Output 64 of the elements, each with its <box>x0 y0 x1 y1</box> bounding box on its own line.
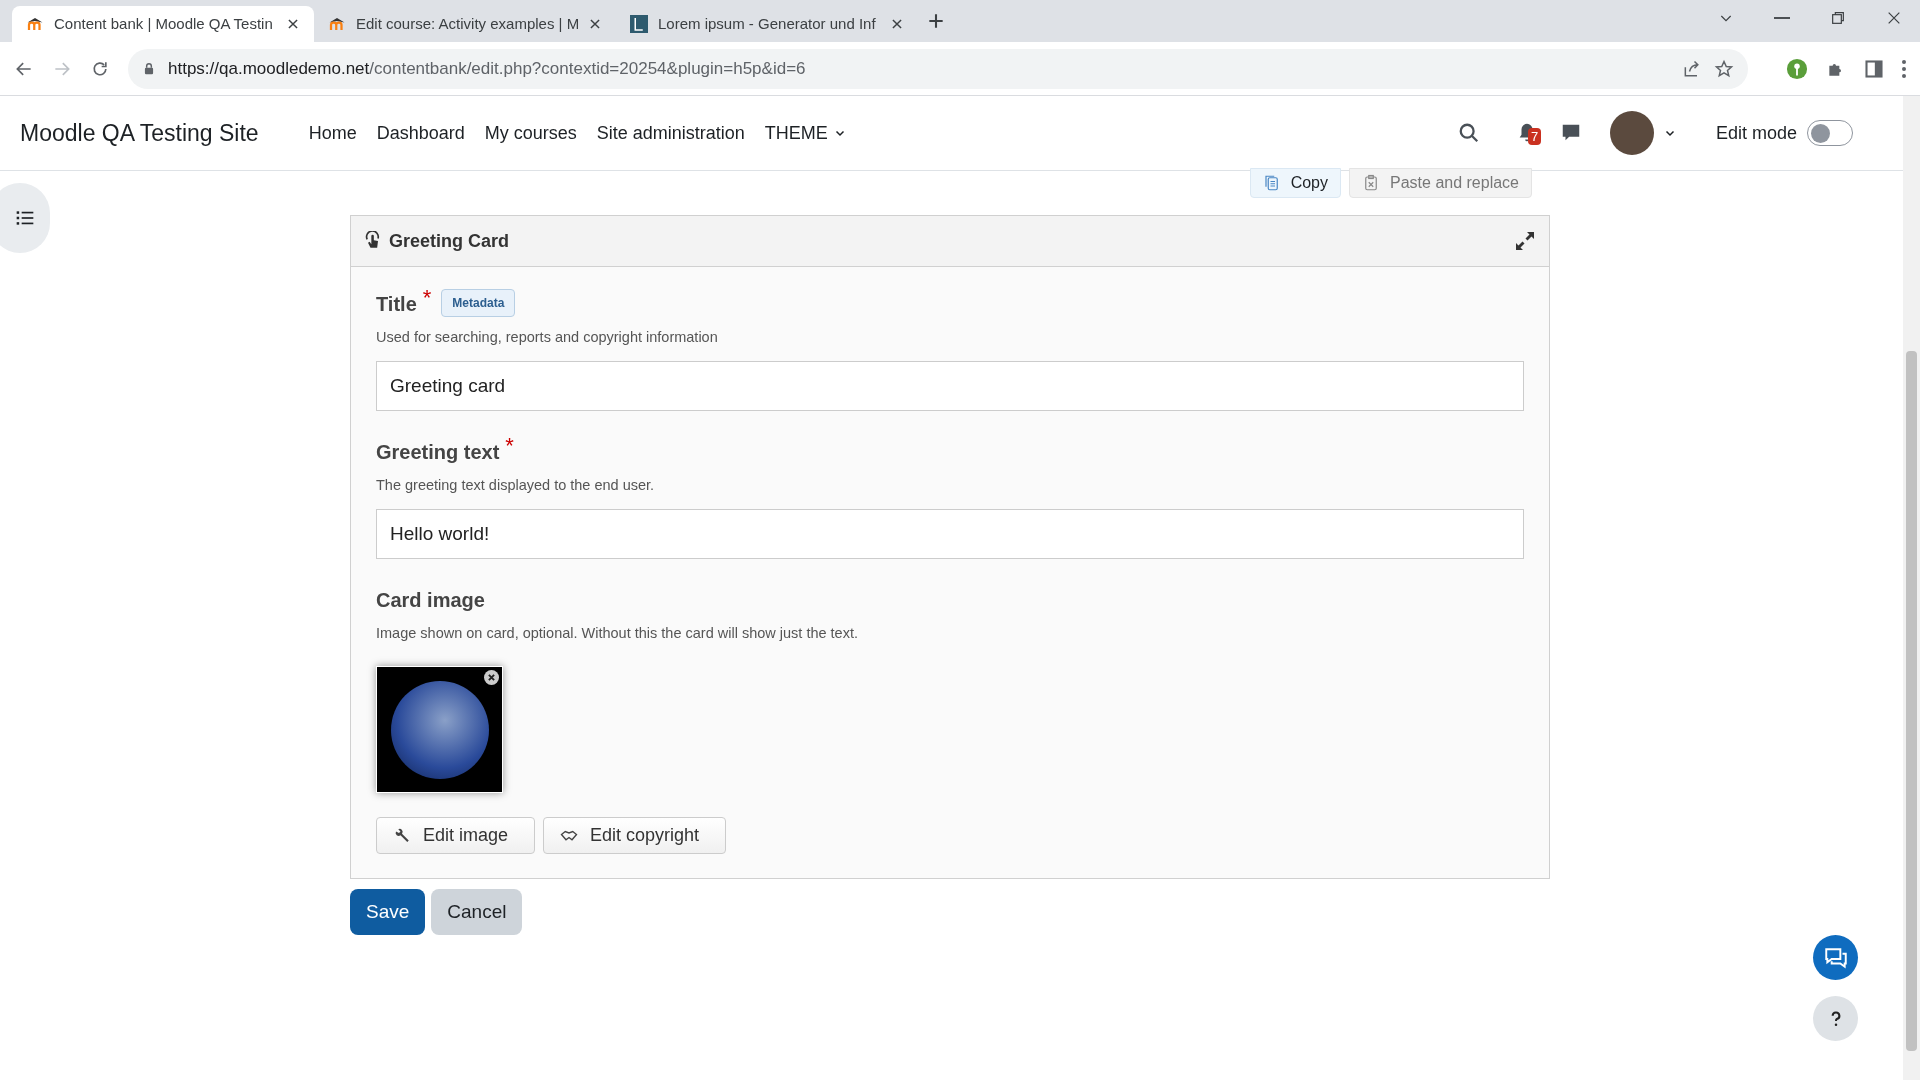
close-icon <box>890 17 904 31</box>
panel-title: Greeting Card <box>389 229 511 253</box>
required-asterisk: * <box>505 436 514 455</box>
cancel-button[interactable]: Cancel <box>431 889 523 936</box>
close-icon <box>588 17 602 31</box>
share-icon <box>1682 58 1702 79</box>
field-description: The greeting text displayed to the end user. <box>376 475 656 495</box>
toolbar-button[interactable]: Copy <box>1249 168 1341 198</box>
field-label: Greeting text <box>376 439 500 465</box>
star-icon <box>1714 58 1734 79</box>
browser-tab[interactable]: Edit course: Activity examples | M <box>314 6 616 42</box>
address-bar[interactable]: https://qa.moodledemo.net/contentbank/edit.php?contextid=20254&plugin=h5p&id=6 <box>128 48 1748 89</box>
chat-button[interactable] <box>1813 935 1858 980</box>
moodle-logo-icon <box>26 15 44 33</box>
nav-link[interactable]: Dashboard <box>366 119 475 147</box>
shield-key-icon <box>1786 57 1808 80</box>
moodle-logo-icon <box>328 15 346 33</box>
avatar[interactable] <box>1609 111 1654 155</box>
nav-link[interactable]: Site administration <box>586 119 755 147</box>
list-icon <box>15 208 35 228</box>
scrollbar[interactable] <box>1903 96 1920 1080</box>
image-button[interactable]: Edit copyright <box>543 817 727 855</box>
more-vertical-icon <box>1902 59 1906 78</box>
edit-mode-toggle[interactable] <box>1807 120 1853 146</box>
tab-title: Lorem ipsum - Generator und Inf <box>658 13 877 34</box>
clipboard-x-icon <box>1362 174 1380 192</box>
tab-title: Edit course: Activity examples | M <box>356 13 578 34</box>
minimize-icon <box>1774 17 1790 19</box>
metadata-tag[interactable]: Metadata <box>441 289 516 317</box>
search-icon <box>1457 122 1480 144</box>
browser-tab[interactable]: Lorem ipsum - Generator und Inf <box>616 6 918 42</box>
edit-mode-label: Edit mode <box>1715 121 1797 145</box>
side-panel-icon <box>1864 58 1884 79</box>
restore-icon <box>1830 10 1846 26</box>
drawer-toggle-button[interactable] <box>0 183 50 253</box>
new-tab-icon <box>926 11 946 31</box>
field-label: Title <box>376 292 417 317</box>
site-name[interactable]: Moodle QA Testing Site <box>20 115 259 151</box>
field-description: Image shown on card, optional. Without this the card will show just the text. <box>376 623 859 643</box>
lock-icon <box>142 61 156 76</box>
text-input[interactable]: Hello world! <box>376 508 1524 559</box>
nav-link[interactable]: My courses <box>474 119 587 147</box>
save-button[interactable]: Save <box>350 889 426 936</box>
text-input[interactable]: Greeting card <box>376 360 1524 411</box>
wrench-icon <box>393 826 411 845</box>
letter-l-icon <box>630 15 648 33</box>
remove-image-button[interactable] <box>484 670 499 686</box>
close-icon <box>487 673 496 683</box>
help-button[interactable] <box>1813 996 1858 1041</box>
image-button[interactable]: Edit image <box>376 817 536 855</box>
url-text: https://qa.moodledemo.net/contentbank/edit.php?contextid=20254&plugin=h5p&id=6 <box>168 57 807 80</box>
field-description: Used for searching, reports and copyright information <box>376 328 719 347</box>
browser-tab[interactable]: Content bank | Moodle QA Testin <box>12 6 314 42</box>
field-label: Card image <box>376 587 485 613</box>
copy-icon <box>1262 174 1281 192</box>
close-icon <box>286 17 300 31</box>
required-asterisk: * <box>422 289 432 307</box>
nav-link[interactable]: THEME <box>754 119 856 147</box>
nav-link[interactable]: Home <box>298 119 367 147</box>
close-icon <box>1886 10 1902 26</box>
tab-title: Content bank | Moodle QA Testin <box>54 13 274 34</box>
search-button[interactable] <box>1457 122 1480 144</box>
expand-arrows-icon <box>1513 229 1537 253</box>
fullscreen-button[interactable] <box>1513 229 1537 253</box>
